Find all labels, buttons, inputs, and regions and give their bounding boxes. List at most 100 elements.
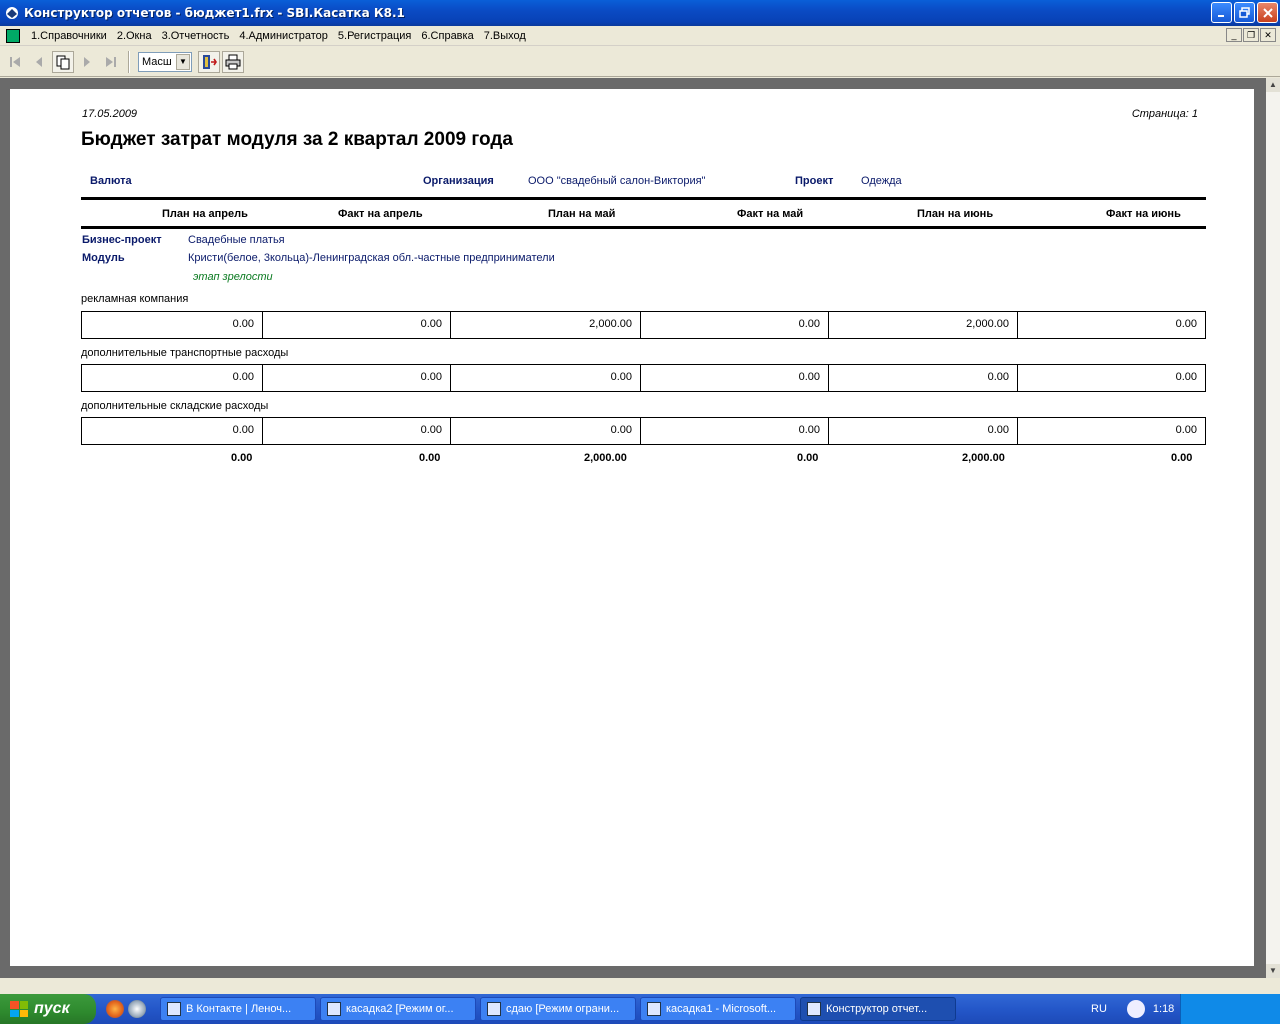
next-page-button[interactable] xyxy=(76,51,98,73)
total-value: 2,000.00 xyxy=(584,452,627,464)
print-button[interactable] xyxy=(222,50,244,73)
mdi-close-button[interactable]: ✕ xyxy=(1260,28,1276,42)
report-preview-area[interactable]: 17.05.2009 Страница: 1 Бюджет затрат мод… xyxy=(0,78,1266,978)
vertical-scrollbar[interactable]: ▲ ▼ xyxy=(1266,78,1280,978)
clock: 1:18 xyxy=(1152,1003,1175,1015)
word-icon xyxy=(487,1002,501,1016)
zoom-select[interactable]: Масш ▼ xyxy=(138,51,192,72)
column-header: План на май xyxy=(548,208,616,220)
table-cell: 0.00 xyxy=(1175,318,1197,330)
taskbar-item-label: Конструктор отчет... xyxy=(826,1003,928,1015)
maximize-button[interactable] xyxy=(1234,2,1255,23)
restore-icon xyxy=(1238,6,1250,18)
table-cell: 0.00 xyxy=(641,312,829,338)
prev-page-button[interactable] xyxy=(28,51,50,73)
table-cell: 0.00 xyxy=(829,365,1018,391)
first-page-button[interactable] xyxy=(4,51,26,73)
column-header: План на апрель xyxy=(162,208,248,220)
toolbar-separator xyxy=(128,50,130,73)
project-value: Одежда xyxy=(861,175,902,187)
copy-pages-icon xyxy=(56,55,70,69)
window-controls xyxy=(1211,2,1278,23)
total-value: 0.00 xyxy=(419,452,441,464)
menu-exit[interactable]: 7.Выход xyxy=(479,30,531,42)
mdi-minimize-button[interactable]: _ xyxy=(1226,28,1242,42)
taskbar-item[interactable]: касадка2 [Режим ог... xyxy=(320,997,476,1021)
report-title: Бюджет затрат модуля за 2 квартал 2009 г… xyxy=(81,129,513,150)
table-row: 0.00 0.00 0.00 0.00 0.00 0.00 xyxy=(81,364,1206,392)
table-cell: 0.00 xyxy=(451,418,641,444)
module-label: Модуль xyxy=(82,252,125,264)
table-cell: 0.00 xyxy=(263,365,451,391)
header-bottom-rule xyxy=(81,226,1206,229)
first-page-icon xyxy=(10,56,20,67)
windows-logo-icon xyxy=(10,1001,28,1017)
table-cell: 0.00 xyxy=(1175,371,1197,383)
exit-button[interactable] xyxy=(198,50,220,73)
currency-label: Валюта xyxy=(90,175,132,187)
taskbar-item[interactable]: В Контакте | Леноч... xyxy=(160,997,316,1021)
menu-windows[interactable]: 2.Окна xyxy=(112,30,157,42)
next-page-icon xyxy=(84,56,90,67)
chevron-down-icon[interactable]: ▼ xyxy=(176,53,190,70)
last-page-button[interactable] xyxy=(100,51,122,73)
word-icon xyxy=(647,1002,661,1016)
business-project-value: Свадебные платья xyxy=(188,234,285,246)
menu-help[interactable]: 6.Справка xyxy=(416,30,478,42)
report-page-number: Страница: 1 xyxy=(1131,108,1198,120)
menu-directories[interactable]: 1.Справочники xyxy=(26,30,112,42)
table-cell: 0.00 xyxy=(641,418,829,444)
scroll-up-icon[interactable]: ▲ xyxy=(1266,78,1280,92)
app-icon xyxy=(807,1002,821,1016)
taskbar-item[interactable]: касадка1 - Microsoft... xyxy=(640,997,796,1021)
table-cell: 0.00 xyxy=(1175,424,1197,436)
column-header: Факт на июнь xyxy=(1106,208,1181,220)
close-icon xyxy=(1262,7,1273,18)
table-cell: 2,000.00 xyxy=(451,312,641,338)
tray-expand-icon[interactable] xyxy=(1126,1000,1145,1018)
total-value: 0.00 xyxy=(1171,452,1193,464)
column-header: План на июнь xyxy=(917,208,994,220)
taskbar: пуск В Контакте | Леноч... касадка2 [Реж… xyxy=(0,994,1280,1024)
taskbar-item-label: сдаю [Режим ограни... xyxy=(506,1003,620,1015)
close-button[interactable] xyxy=(1257,2,1278,23)
menu-reports[interactable]: 3.Отчетность xyxy=(157,30,235,42)
project-label: Проект xyxy=(795,175,834,187)
window-title: Конструктор отчетов - бюджет1.frx - SBI.… xyxy=(24,6,405,20)
menu-admin[interactable]: 4.Администратор xyxy=(234,30,333,42)
table-row: 0.00 0.00 2,000.00 0.00 2,000.00 0.00 xyxy=(81,311,1206,339)
taskbar-item-label: В Контакте | Леноч... xyxy=(186,1003,292,1015)
word-icon xyxy=(327,1002,341,1016)
table-cell: 0.00 xyxy=(82,418,263,444)
row-label: дополнительные транспортные расходы xyxy=(81,347,289,359)
organization-label: Организация xyxy=(423,175,494,187)
firefox-icon[interactable] xyxy=(106,1000,124,1018)
stage-label: этап зрелости xyxy=(193,271,273,283)
mdi-restore-button[interactable]: ❐ xyxy=(1243,28,1259,42)
minimize-icon xyxy=(1217,14,1224,17)
taskbar-item-active[interactable]: Конструктор отчет... xyxy=(800,997,956,1021)
prev-page-icon xyxy=(36,56,42,67)
print-icon xyxy=(225,54,241,69)
scroll-down-icon[interactable]: ▼ xyxy=(1266,964,1280,978)
app-icon xyxy=(6,7,18,19)
media-player-icon[interactable] xyxy=(128,1000,146,1018)
organization-value: ООО "свадебный салон-Виктория" xyxy=(528,175,706,187)
start-label: пуск xyxy=(34,1000,70,1017)
total-value: 0.00 xyxy=(231,452,253,464)
system-menu-icon[interactable] xyxy=(6,28,20,43)
table-cell: 2,000.00 xyxy=(829,312,1018,338)
copy-pages-button[interactable] xyxy=(52,50,74,73)
business-project-label: Бизнес-проект xyxy=(82,234,162,246)
report-page: 17.05.2009 Страница: 1 Бюджет затрат мод… xyxy=(10,89,1254,966)
table-cell: 0.00 xyxy=(82,312,263,338)
table-cell: 0.00 xyxy=(829,418,1018,444)
minimize-button[interactable] xyxy=(1211,2,1232,23)
taskbar-item[interactable]: сдаю [Режим ограни... xyxy=(480,997,636,1021)
total-value: 0.00 xyxy=(797,452,819,464)
start-button[interactable]: пуск xyxy=(0,994,96,1024)
module-value: Кристи(белое, 3кольца)-Ленинградская обл… xyxy=(188,252,555,264)
menu-registration[interactable]: 5.Регистрация xyxy=(333,30,416,42)
language-indicator[interactable]: RU xyxy=(1091,1003,1107,1015)
title-bar[interactable]: Конструктор отчетов - бюджет1.frx - SBI.… xyxy=(0,0,1280,26)
